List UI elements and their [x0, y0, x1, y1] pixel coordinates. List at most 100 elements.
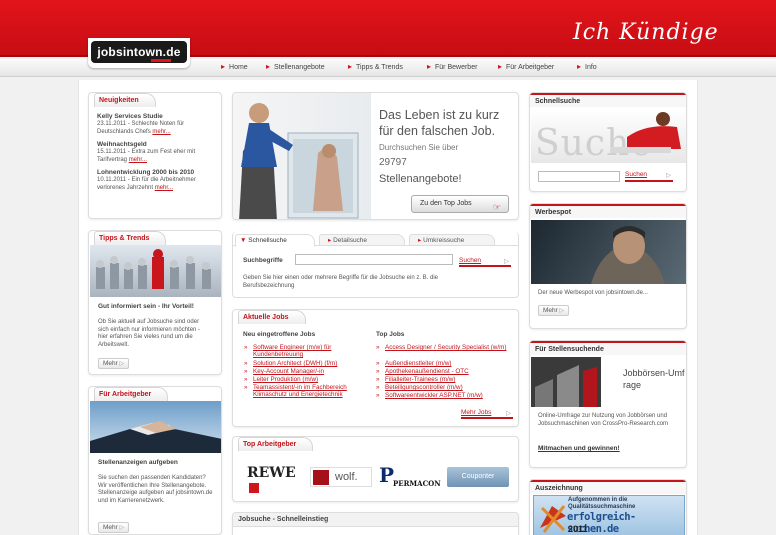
wolf-logo[interactable]: wolf.: [310, 467, 372, 487]
employer-header: Für Arbeitgeber: [89, 387, 221, 401]
news-item-text: 15.11.2011 - Extra zum Fest eher mit Tar…: [97, 149, 217, 164]
hero-subline: Durchsuchen Sie über: [379, 143, 459, 152]
jobs-title: Aktuelle Jobs: [238, 310, 306, 324]
search-box: ▼ Schnellsuche ▸ Detailsuche ▸ Umkreissu…: [232, 232, 519, 298]
chess-figures-image: [96, 249, 211, 289]
play-icon: ▷: [504, 258, 509, 265]
new-job-link[interactable]: Software Engineer (m/w) für Kundenbetreu…: [244, 344, 361, 358]
tips-more-button[interactable]: Mehr: [98, 358, 130, 369]
quick-entry-title: Jobsuche - Schnelleinstieg: [233, 513, 518, 527]
wolf-logo-text: wolf.: [335, 471, 358, 483]
top-job-link[interactable]: Access Designer / Security Specialist (w…: [376, 344, 513, 351]
award-line-1: Aufgenommen in die: [568, 497, 628, 503]
site-logo[interactable]: jobsintown.de: [91, 41, 187, 63]
top-job-link[interactable]: Beteiligungscontroller (m/w): [376, 384, 513, 391]
tab-umkreissuche[interactable]: ▸ Umkreissuche: [409, 234, 495, 246]
quicksearch-box: Schnellsuche Suche Suchen ▷: [529, 92, 687, 192]
news-item-text: 23.11.2011 - Schlechte Noten für Deutsch…: [97, 121, 217, 136]
woman-laptop-image: [611, 112, 681, 153]
top-jobs-button[interactable]: Zu den Top Jobs ☞: [411, 195, 509, 213]
employer-box: Für Arbeitgeber Stellenanzeigen aufgeben…: [88, 386, 222, 535]
tab-detailsuche[interactable]: ▸ Detailsuche: [319, 234, 405, 246]
award-title: Auszeichnung: [530, 480, 686, 494]
current-jobs-box: Aktuelle Jobs Neu eingetroffene Jobs Top…: [232, 309, 519, 427]
hero-banner: Das Leben ist zu kurz für den falschen J…: [232, 92, 519, 220]
search-input[interactable]: [295, 254, 453, 265]
news-more-link[interactable]: mehr...: [129, 157, 147, 163]
award-year: 2011: [568, 524, 588, 534]
employer-more-button[interactable]: Mehr: [98, 522, 130, 533]
werbespot-text: Der neue Werbespot von jobsintown.de...: [538, 290, 648, 296]
hero-people-image: [239, 103, 359, 219]
news-item-title[interactable]: Kelly Services Studie: [97, 113, 217, 121]
tips-text: Ob Sie aktuell auf Jobsuche sind oder si…: [98, 319, 201, 348]
survey-banner[interactable]: Jobbörsen-Umfrage: [531, 357, 686, 407]
search-hint: Geben Sie hier einen oder mehrere Begrif…: [243, 275, 439, 289]
tips-headline: Gut informiert sein - Ihr Vorteil!: [98, 303, 194, 310]
award-box: Auszeichnung Aufgenommen in die Qualität…: [529, 479, 687, 535]
tips-title: Tipps & Trends: [94, 231, 167, 245]
employer-headline: Stellenanzeigen aufgeben: [98, 459, 178, 466]
rewe-mark-icon: [249, 483, 259, 493]
top-job-link[interactable]: Apothekenaußendienst - OTC: [376, 368, 513, 375]
nav-fuer-arbeitgeber[interactable]: Für Arbeitgeber: [498, 62, 554, 71]
werbespot-more-button[interactable]: Mehr: [538, 305, 570, 316]
top-employers-box: Top Arbeitgeber REWE wolf. P PERMACON Cou…: [232, 436, 519, 502]
top-job-link[interactable]: Filialleiter-Trainees (m/w): [376, 376, 513, 383]
top-jobs-label: Zu den Top Jobs: [420, 200, 472, 207]
permacon-mark-icon: P: [379, 463, 395, 487]
permacon-logo[interactable]: P PERMACON: [379, 463, 447, 489]
pointer-hand-icon: ☞: [492, 202, 501, 212]
quicksearch-button[interactable]: Suchen ▷: [625, 171, 673, 182]
more-jobs-label: Mehr Jobs: [461, 409, 492, 416]
quick-entry-box: Jobsuche - Schnelleinstieg: [232, 512, 519, 535]
news-more-link[interactable]: mehr...: [152, 129, 170, 135]
tips-image: [90, 245, 221, 297]
couponter-logo[interactable]: Couponter: [447, 467, 509, 487]
top-job-link[interactable]: Softwareentwickler ASP.NET (m/w): [376, 392, 513, 399]
rewe-logo[interactable]: REWE: [247, 465, 299, 493]
top-employers-title: Top Arbeitgeber: [238, 437, 314, 451]
nav-info[interactable]: Info: [577, 62, 597, 71]
quicksearch-input[interactable]: [538, 171, 620, 182]
top-employers-header: Top Arbeitgeber: [233, 437, 518, 451]
page: Ich Kündige Home Stellenangebote Tipps &…: [0, 0, 776, 535]
tab-schnellsuche[interactable]: ▼ Schnellsuche: [235, 234, 315, 247]
nav-tipps-trends[interactable]: Tipps & Trends: [348, 62, 403, 71]
new-job-link[interactable]: Key-Account Manager/-in: [244, 368, 363, 375]
nav-home[interactable]: Home: [221, 62, 248, 71]
tab-label: Detailsuche: [333, 237, 368, 244]
nav-stellenangebote[interactable]: Stellenangebote: [266, 62, 325, 71]
tab-arrow-icon: ▸: [328, 237, 332, 244]
nav-fuer-bewerber[interactable]: Für Bewerber: [427, 62, 477, 71]
tab-label: Schnellsuche: [248, 237, 287, 244]
news-item-title[interactable]: Lohnentwicklung 2000 bis 2010: [97, 169, 217, 177]
news-title: Neuigkeiten: [94, 93, 156, 107]
hero-headline-1: Das Leben ist zu kurz: [379, 108, 500, 122]
news-box: Neuigkeiten Kelly Services Studie 23.11.…: [88, 92, 222, 219]
new-job-link[interactable]: Teamassistent/-in im Fachbereich Klimasc…: [244, 384, 367, 398]
employer-title: Für Arbeitgeber: [94, 387, 169, 401]
award-badge[interactable]: Aufgenommen in die Qualitätssuchmaschine…: [533, 495, 685, 535]
employer-text: Sie suchen den passenden Kandidaten? Wir…: [98, 475, 213, 504]
tab-label: Umkreissuche: [423, 237, 465, 244]
search-button[interactable]: Suchen ▷: [459, 257, 511, 267]
new-jobs-title: Neu eingetroffene Jobs: [243, 331, 316, 338]
logo-text: jobsintown.de: [97, 45, 181, 59]
search-label: Suchbegriffe: [243, 257, 283, 264]
participate-link[interactable]: Mitmachen und gewinnen!: [538, 445, 620, 452]
new-job-link[interactable]: Leiter Produktion (m/w): [244, 376, 363, 383]
news-more-link[interactable]: mehr...: [155, 185, 173, 191]
news-header: Neuigkeiten: [89, 93, 221, 107]
new-job-link[interactable]: Solution Architect (DWH) (f/m): [244, 360, 363, 367]
news-item-title[interactable]: Weihnachtsgeld: [97, 141, 217, 149]
man-portrait-image: [591, 226, 665, 284]
tips-box: Tipps & Trends Gut informiert sein - Ihr…: [88, 230, 222, 375]
werbespot-video-thumbnail[interactable]: [531, 220, 686, 284]
couponter-logo-text: Couponter: [461, 473, 495, 480]
hero-headline-2: für den falschen Job.: [379, 124, 496, 138]
top-job-link[interactable]: Außendienstleiter (m/w): [376, 360, 513, 367]
hero-job-count: 29797: [379, 157, 407, 168]
news-item-date: 10.11.2011 - Ein für die Arbeitnehmer ve…: [97, 177, 196, 191]
more-jobs-button[interactable]: Mehr Jobs ▷: [461, 409, 513, 419]
